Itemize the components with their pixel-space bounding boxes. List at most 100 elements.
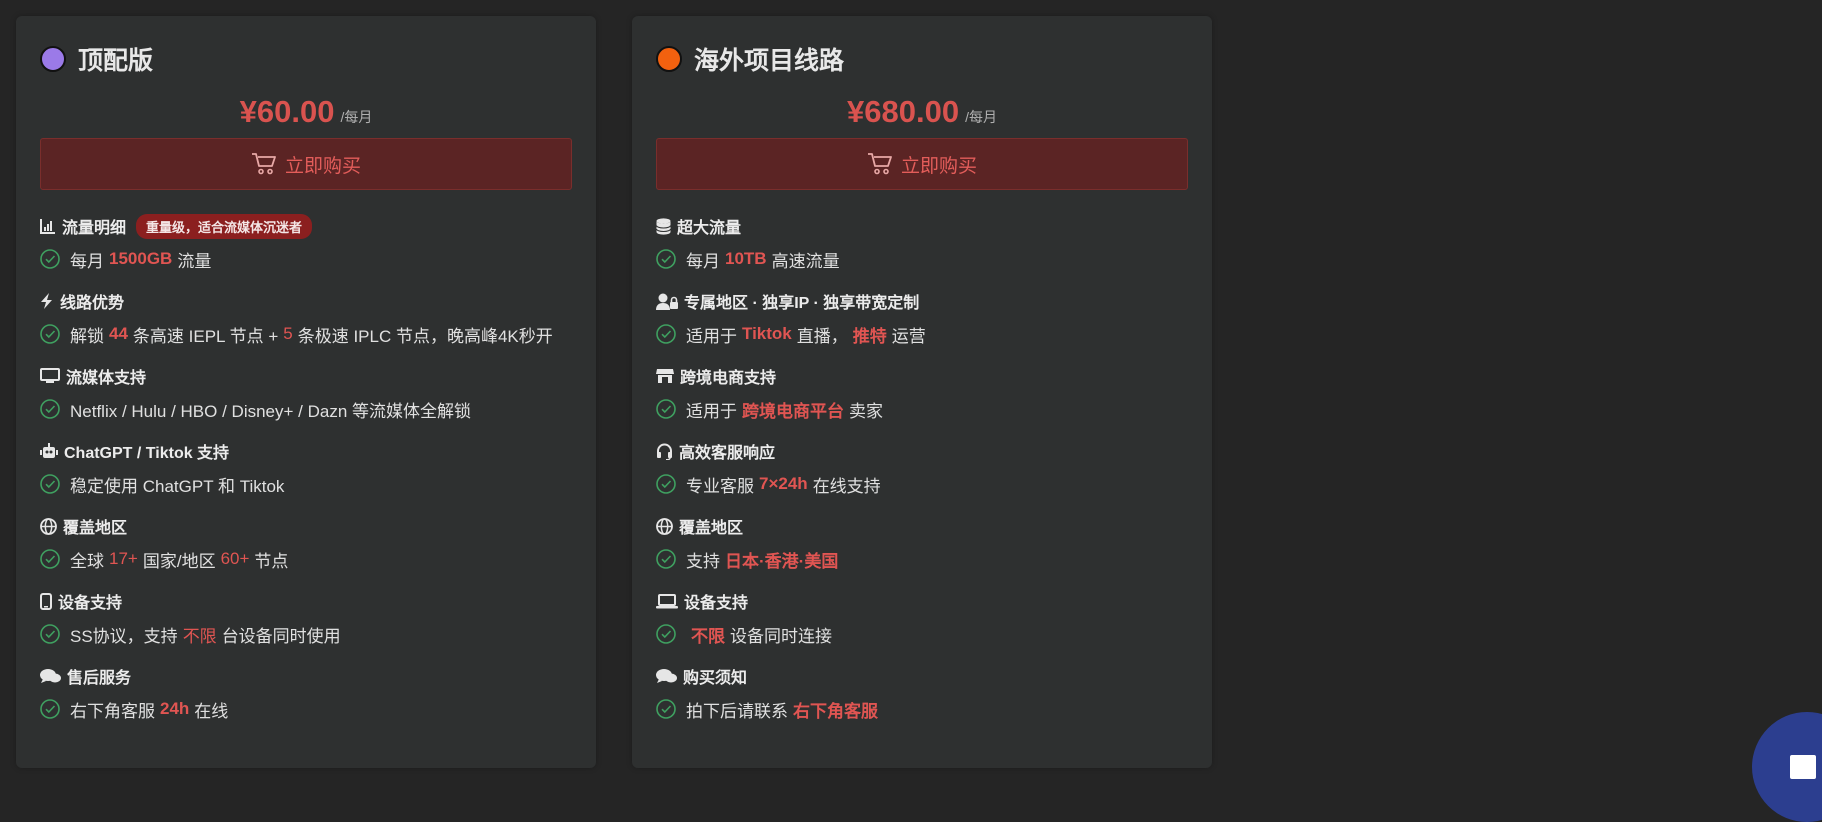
chat-icon bbox=[656, 668, 683, 684]
detail-text: 每月 bbox=[686, 251, 720, 271]
highlight-text: 不限 bbox=[182, 626, 217, 646]
detail-text: 国家/地区 bbox=[142, 551, 216, 571]
check-circle-icon bbox=[656, 249, 676, 269]
cart-icon bbox=[867, 153, 892, 175]
feature-heading: 超大流量 bbox=[656, 214, 1188, 238]
highlight-text: 17+ bbox=[109, 549, 138, 568]
detail-text: 适用于 bbox=[686, 326, 737, 346]
detail-text: 在线 bbox=[194, 701, 229, 721]
highlight-text: Tiktok bbox=[742, 324, 792, 343]
plan-card: 海外项目线路 ¥680.00/每月 立即购买 超大流量 每月 10TB 高速流量 专… bbox=[632, 16, 1212, 768]
plan-color-dot bbox=[40, 46, 66, 72]
buy-now-label: 立即购买 bbox=[900, 155, 977, 177]
globe-icon bbox=[40, 517, 63, 535]
plan-price: ¥680.00 bbox=[847, 94, 960, 129]
detail-text: 稳定使用 ChatGPT 和 Tiktok bbox=[70, 476, 285, 496]
bolt-icon bbox=[40, 293, 60, 309]
price-period: /每月 bbox=[340, 109, 373, 125]
feature-heading: 专属地区 · 独享IP · 独享带宽定制 bbox=[656, 289, 1188, 313]
feature-title: 覆盖地区 bbox=[679, 520, 744, 537]
feature-heading: 流媒体支持 bbox=[40, 364, 572, 388]
feature-detail: 每月 1500GB 流量 bbox=[40, 245, 572, 273]
price-period: /每月 bbox=[965, 109, 997, 125]
feature-detail: 每月 10TB 高速流量 bbox=[656, 245, 1188, 273]
feature-detail: Netflix / Hulu / HBO / Disney+ / Dazn 等流… bbox=[40, 395, 572, 423]
store-icon bbox=[656, 368, 680, 384]
check-circle-icon bbox=[656, 474, 676, 494]
feature-list: 流量明细 重量级，适合流媒体沉迷者 每月 1500GB 流量 线路优势 解锁 44 条高… bbox=[40, 213, 572, 739]
buy-now-label: 立即购买 bbox=[284, 155, 361, 177]
check-circle-icon bbox=[656, 324, 676, 344]
plan-title: 海外项目线路 bbox=[694, 47, 845, 75]
check-circle-icon bbox=[40, 549, 60, 569]
buy-now-button[interactable]: 立即购买 bbox=[40, 138, 572, 190]
feature-item: 跨境电商支持 适用于 跨境电商平台 卖家 bbox=[656, 364, 1188, 439]
bar-chart-icon bbox=[40, 218, 62, 234]
feature-heading: 流量明细 重量级，适合流媒体沉迷者 bbox=[40, 213, 572, 239]
feature-detail: 适用于 Tiktok 直播， 推特 运营 bbox=[656, 320, 1188, 348]
chat-widget-icon[interactable] bbox=[1790, 755, 1816, 779]
feature-item: 覆盖地区 支持 日本·香港·美国 bbox=[656, 514, 1188, 589]
feature-title: 流媒体支持 bbox=[66, 370, 147, 387]
highlight-text: 日本·香港·美国 bbox=[725, 551, 839, 571]
detail-text: 解锁 bbox=[70, 326, 104, 346]
feature-heading: 覆盖地区 bbox=[656, 514, 1188, 538]
check-circle-icon bbox=[656, 549, 676, 569]
feature-heading: 高效客服响应 bbox=[656, 439, 1188, 463]
detail-text: 台设备同时使用 bbox=[221, 626, 341, 646]
check-circle-icon bbox=[656, 624, 676, 644]
feature-detail: 支持 日本·香港·美国 bbox=[656, 545, 1188, 573]
detail-text: 条极速 IPLC 节点，晚高峰4K秒开 bbox=[297, 326, 553, 346]
feature-title: ChatGPT / Tiktok 支持 bbox=[64, 445, 230, 462]
feature-item: 超大流量 每月 10TB 高速流量 bbox=[656, 214, 1188, 289]
detail-text: 节点 bbox=[254, 551, 289, 571]
feature-heading: ChatGPT / Tiktok 支持 bbox=[40, 439, 572, 463]
feature-detail: 专业客服 7×24h 在线支持 bbox=[656, 470, 1188, 498]
feature-heading: 售后服务 bbox=[40, 664, 572, 688]
feature-title: 覆盖地区 bbox=[63, 520, 128, 537]
feature-item: ChatGPT / Tiktok 支持 稳定使用 ChatGPT 和 Tikto… bbox=[40, 439, 572, 514]
globe-icon bbox=[656, 517, 679, 535]
detail-text: 适用于 bbox=[686, 401, 737, 421]
feature-item: 流媒体支持 Netflix / Hulu / HBO / Disney+ / D… bbox=[40, 364, 572, 439]
detail-text: 拍下后请联系 bbox=[686, 701, 788, 721]
plan-header: 顶配版 bbox=[40, 44, 572, 75]
feature-item: 流量明细 重量级，适合流媒体沉迷者 每月 1500GB 流量 bbox=[40, 213, 572, 289]
detail-text: 支持 bbox=[686, 551, 720, 571]
feature-title: 专属地区 · 独享IP · 独享带宽定制 bbox=[684, 295, 920, 312]
highlight-text: 24h bbox=[160, 699, 190, 718]
feature-item: 高效客服响应 专业客服 7×24h 在线支持 bbox=[656, 439, 1188, 514]
feature-detail: 不限 设备同时连接 bbox=[656, 620, 1188, 648]
feature-title: 购买须知 bbox=[683, 670, 748, 687]
detail-text: 右下角客服 bbox=[70, 701, 155, 721]
feature-detail: 稳定使用 ChatGPT 和 Tiktok bbox=[40, 470, 572, 498]
feature-detail: 右下角客服 24h 在线 bbox=[40, 695, 572, 723]
price-row: ¥680.00/每月 bbox=[656, 92, 1188, 132]
feature-title: 线路优势 bbox=[60, 295, 125, 312]
feature-list: 超大流量 每月 10TB 高速流量 专属地区 · 独享IP · 独享带宽定制 适用于… bbox=[656, 214, 1188, 739]
robot-icon bbox=[40, 443, 64, 459]
feature-title: 流量明细 bbox=[62, 220, 127, 237]
cart-icon bbox=[251, 153, 276, 175]
detail-text: 全球 bbox=[70, 551, 104, 571]
feature-title: 售后服务 bbox=[67, 670, 132, 687]
detail-text: 每月 bbox=[70, 251, 104, 271]
detail-text: 高速流量 bbox=[771, 251, 840, 271]
feature-item: 购买须知 拍下后请联系 右下角客服 bbox=[656, 664, 1188, 739]
feature-item: 线路优势 解锁 44 条高速 IEPL 节点 +5 条极速 IPLC 节点，晚高峰4K… bbox=[40, 289, 572, 364]
check-circle-icon bbox=[40, 699, 60, 719]
check-circle-icon bbox=[40, 399, 60, 419]
highlight-text: 7×24h bbox=[759, 474, 808, 493]
plan-header: 海外项目线路 bbox=[656, 44, 1188, 75]
monitor-icon bbox=[40, 368, 66, 384]
price-row: ¥60.00/每月 bbox=[40, 92, 572, 132]
feature-detail: 解锁 44 条高速 IEPL 节点 +5 条极速 IPLC 节点，晚高峰4K秒开 bbox=[40, 320, 572, 348]
detail-text: 专业客服 bbox=[686, 476, 754, 496]
feature-detail: 拍下后请联系 右下角客服 bbox=[656, 695, 1188, 723]
feature-heading: 设备支持 bbox=[40, 589, 572, 613]
detail-text: 卖家 bbox=[849, 401, 883, 421]
detail-text: 条高速 IEPL 节点 + bbox=[132, 326, 279, 346]
feature-badge: 重量级，适合流媒体沉迷者 bbox=[136, 213, 313, 239]
feature-heading: 覆盖地区 bbox=[40, 514, 572, 538]
buy-now-button[interactable]: 立即购买 bbox=[656, 138, 1188, 190]
